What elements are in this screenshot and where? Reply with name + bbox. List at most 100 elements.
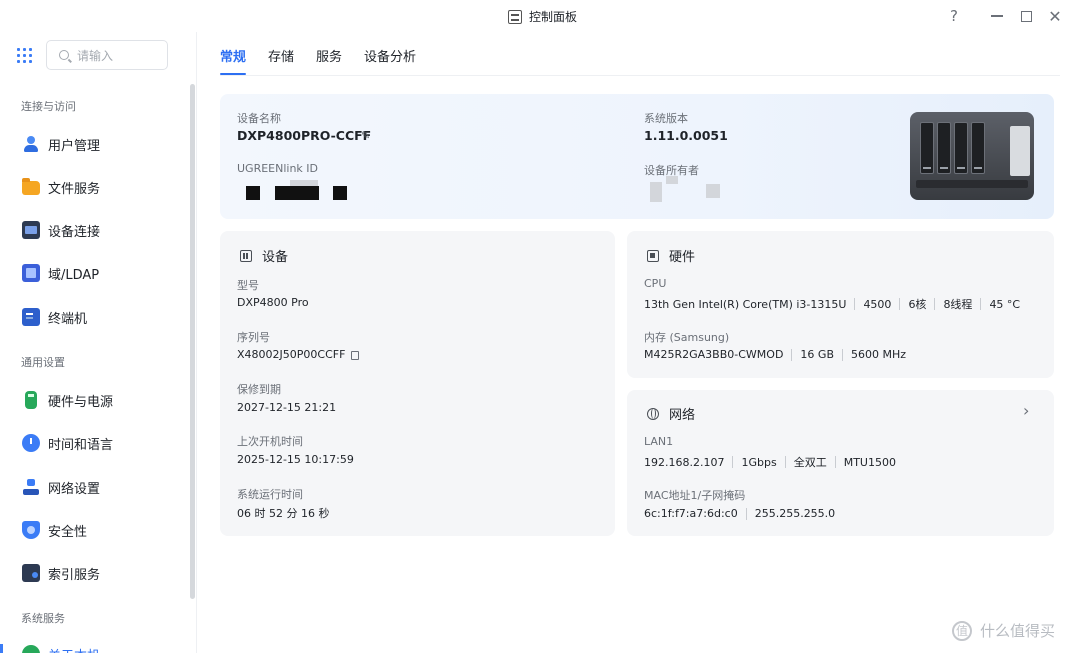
system-version-label: 系统版本 [644,112,688,125]
sidebar-item-label: 文件服务 [48,181,101,197]
sidebar-item-label: 用户管理 [48,138,101,154]
watermark-text: 什么值得买 [980,622,1056,640]
tab-storage[interactable]: 存储 [268,46,294,75]
sidebar-item-label: 网络设置 [48,481,101,497]
subnet-mask: 255.255.255.0 [754,507,836,520]
last-boot-value: 2025-12-15 10:17:59 [237,453,354,466]
lan-row: 192.168.2.107 1Gbps 全双工 MTU1500 [644,454,896,470]
sidebar-item-time-language[interactable]: 时间和语言 [22,433,182,453]
maximize-icon [1020,10,1032,22]
chevron-right-icon[interactable]: › [1023,401,1029,420]
clock-icon [22,434,40,452]
minimize-button[interactable] [987,6,1007,26]
uptime-label: 系统运行时间 [237,488,303,501]
duplex-mode: 全双工 [793,456,827,469]
sidebar-item-network[interactable]: 网络设置 [22,477,182,497]
redacted-block [666,176,678,184]
search-placeholder: 请输入 [77,48,114,63]
sidebar-item-security[interactable]: 安全性 [22,520,182,540]
hardware-card-title-text: 硬件 [669,250,696,265]
system-version: 1.11.0.0051 [644,128,728,143]
sidebar-item-label: 时间和语言 [48,437,114,453]
close-button[interactable]: ✕ [1045,6,1065,26]
globe-icon [647,407,659,420]
device-info-card: 设备 型号 DXP4800 Pro 序列号 X48002J50P00CCFF 保… [220,231,615,536]
device-icon [22,221,40,239]
tab-divider [220,75,1060,76]
section-label-system: 系统服务 [21,612,65,625]
index-icon [22,564,40,582]
copy-icon[interactable] [351,351,360,360]
cpu-speed: 4500 [863,297,892,311]
domain-icon [22,264,40,282]
maximize-button[interactable] [1016,6,1036,26]
hardware-card-title: 硬件 [647,246,695,265]
network-card-title-text: 网络 [669,408,696,423]
lan-label: LAN1 [644,435,674,448]
model-value: DXP4800 Pro [237,296,309,309]
redacted-block [246,186,260,200]
watermark-logo-icon [952,620,972,641]
sidebar-item-about[interactable]: 关于本机 [22,644,182,653]
chip-icon [647,249,659,262]
ip-address: 192.168.2.107 [644,455,725,469]
sidebar-item-label: 索引服务 [48,567,101,583]
nas-device-image [910,106,1034,202]
redacted-block [333,186,347,200]
sidebar-item-users[interactable]: 用户管理 [22,134,182,154]
device-summary-card: 设备名称 DXP4800PRO-CCFF ✎ UGREENlink ID 系统版… [220,94,1054,219]
terminal-icon [22,308,40,326]
sidebar: 请输入 连接与访问 用户管理 文件服务 设备连接 域/LDAP 终端机 通用设置… [0,32,197,653]
device-name-label: 设备名称 [237,112,281,125]
search-input[interactable]: 请输入 [46,40,168,70]
redacted-block [275,186,319,200]
cpu-model: 13th Gen Intel(R) Core(TM) i3-1315U [644,297,847,311]
section-label-general: 通用设置 [21,356,65,369]
tab-services[interactable]: 服务 [316,46,342,75]
last-boot-label: 上次开机时间 [237,435,303,448]
serial-value: X48002J50P00CCFF [237,348,346,361]
window-title: 控制面板 [529,10,578,24]
warranty-value: 2027-12-15 21:21 [237,401,337,414]
sidebar-item-terminal[interactable]: 终端机 [22,307,182,327]
search-icon [59,50,69,60]
memory-size: 16 GB [800,348,834,361]
tab-general[interactable]: 常规 [220,46,247,75]
network-card[interactable]: 网络 › LAN1 192.168.2.107 1Gbps 全双工 MTU150… [627,390,1054,536]
mac-row: 6c:1f:f7:a7:6d:c0 255.255.255.0 [644,507,835,520]
active-indicator [0,644,3,653]
sidebar-scrollbar[interactable] [190,84,195,599]
link-speed: 1Gbps [741,455,777,469]
shield-icon [22,521,40,539]
sidebar-item-label: 硬件与电源 [48,394,114,410]
folder-icon [22,178,40,195]
mac-address: 6c:1f:f7:a7:6d:c0 [644,507,738,520]
memory-label: 内存 (Samsung) [644,331,730,344]
sidebar-item-file-services[interactable]: 文件服务 [22,177,182,197]
ugreenlink-label: UGREENlink ID [237,162,319,175]
sidebar-item-hardware-power[interactable]: 硬件与电源 [22,390,182,410]
mac-label: MAC地址1/子网掩码 [644,489,746,502]
sidebar-item-label: 终端机 [48,311,88,327]
network-card-title: 网络 [647,404,695,423]
sidebar-item-index[interactable]: 索引服务 [22,563,182,583]
app-grid-icon[interactable] [17,48,32,63]
hardware-card: 硬件 CPU 13th Gen Intel(R) Core(TM) i3-131… [627,231,1054,378]
help-button[interactable]: ? [944,6,964,26]
edit-icon[interactable]: ✎ [361,129,370,142]
sidebar-item-label: 域/LDAP [48,267,100,283]
mtu-value: MTU1500 [843,455,896,469]
overview-icon [22,645,40,653]
sidebar-item-domain-ldap[interactable]: 域/LDAP [22,263,182,283]
window-title-group: 控制面板 [508,8,577,25]
uptime-value: 06 时 52 分 16 秒 [237,507,330,520]
memory-model: M425R2GA3BB0-CWMOD [644,348,784,361]
section-label-connect: 连接与访问 [21,100,76,113]
serial-row: X48002J50P00CCFF [237,348,360,361]
device-card-title-text: 设备 [262,250,289,265]
cpu-temp: 45 °C [989,297,1021,311]
tab-device-analysis[interactable]: 设备分析 [364,46,416,75]
sidebar-item-device-connection[interactable]: 设备连接 [22,220,182,240]
minimize-icon [991,15,1003,17]
memory-speed: 5600 MHz [851,348,907,361]
